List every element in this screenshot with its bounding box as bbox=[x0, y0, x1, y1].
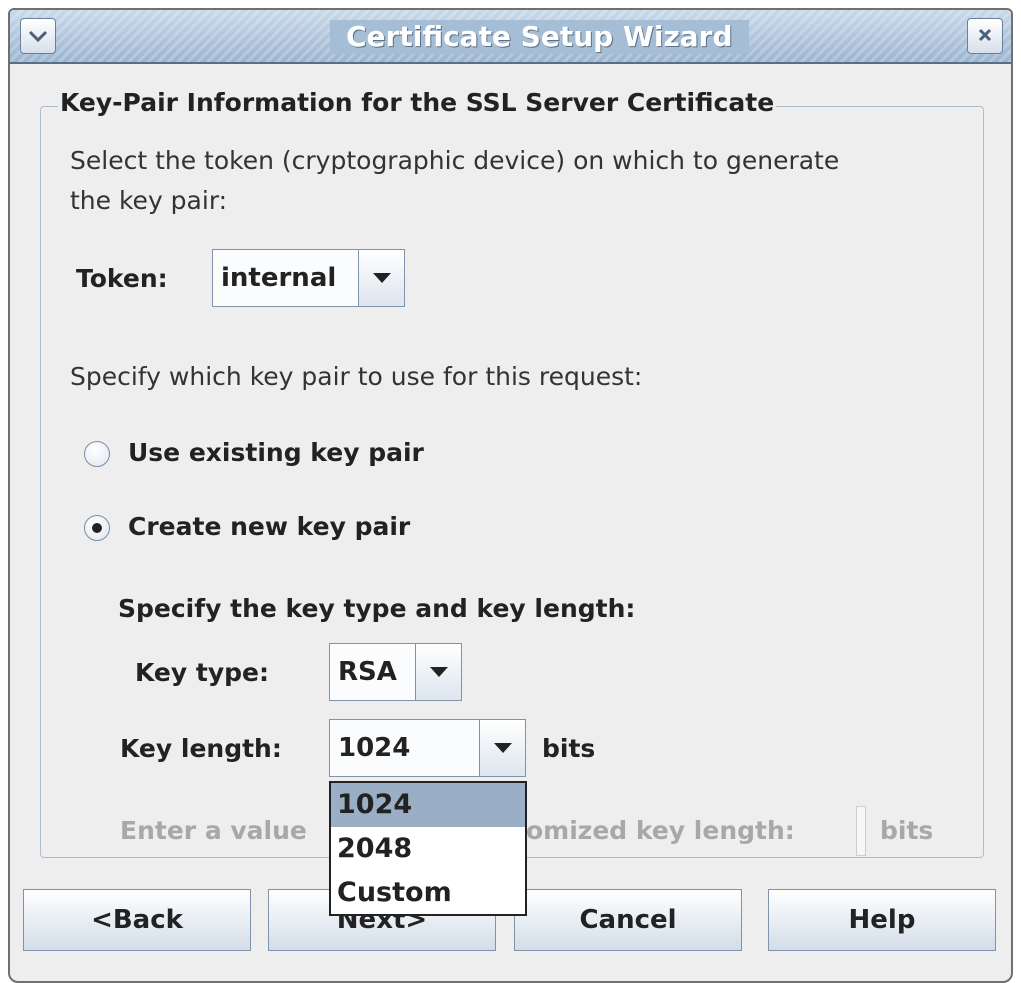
dropdown-option-2048[interactable]: 2048 bbox=[331, 827, 525, 871]
triangle-down-icon bbox=[429, 667, 448, 677]
key-length-dropdown-arrow[interactable] bbox=[479, 720, 525, 776]
key-length-label: Key length: bbox=[120, 734, 282, 763]
cancel-button[interactable]: Cancel bbox=[514, 889, 742, 951]
window-menu-button[interactable] bbox=[20, 18, 56, 54]
token-dropdown-arrow[interactable] bbox=[358, 250, 404, 306]
key-length-value: 1024 bbox=[338, 733, 411, 763]
key-length-dropdown-list[interactable]: 1024 2048 Custom bbox=[329, 781, 527, 916]
key-type-combo[interactable]: RSA bbox=[329, 643, 462, 701]
keypair-instruction: Specify which key pair to use for this r… bbox=[70, 362, 643, 391]
key-length-combo[interactable]: 1024 bbox=[329, 719, 526, 777]
radio-use-existing[interactable] bbox=[84, 441, 110, 467]
title-bar[interactable]: Certificate Setup Wizard bbox=[10, 10, 1011, 64]
token-instruction-line2: the key pair: bbox=[70, 186, 228, 215]
key-type-label: Key type: bbox=[135, 658, 269, 687]
custom-length-prompt-left: Enter a value bbox=[120, 816, 307, 845]
token-combo[interactable]: internal bbox=[212, 249, 405, 307]
group-legend: Key-Pair Information for the SSL Server … bbox=[58, 88, 777, 117]
radio-create-new[interactable] bbox=[84, 515, 110, 541]
help-button[interactable]: Help bbox=[768, 889, 996, 951]
token-instruction-line1: Select the token (cryptographic device) … bbox=[70, 146, 840, 175]
key-type-dropdown-arrow[interactable] bbox=[415, 644, 461, 700]
custom-length-input[interactable] bbox=[856, 806, 866, 856]
radio-create-new-label[interactable]: Create new key pair bbox=[128, 512, 410, 541]
token-label: Token: bbox=[76, 264, 168, 293]
radio-use-existing-label[interactable]: Use existing key pair bbox=[128, 438, 424, 467]
keytype-heading: Specify the key type and key length: bbox=[118, 594, 636, 623]
window-title: Certificate Setup Wizard bbox=[330, 20, 749, 54]
close-button[interactable] bbox=[967, 18, 1003, 54]
dropdown-option-custom[interactable]: Custom bbox=[331, 871, 525, 915]
triangle-down-icon bbox=[372, 273, 391, 283]
token-value: internal bbox=[221, 263, 337, 293]
custom-length-prompt-right: omized key length: bbox=[526, 816, 795, 845]
key-length-unit: bits bbox=[542, 734, 596, 763]
dropdown-option-1024[interactable]: 1024 bbox=[331, 783, 525, 827]
chevron-down-icon bbox=[28, 24, 48, 49]
back-button[interactable]: <Back bbox=[23, 889, 251, 951]
close-icon bbox=[977, 24, 993, 49]
custom-length-unit: bits bbox=[880, 816, 934, 845]
key-type-value: RSA bbox=[338, 657, 397, 687]
triangle-down-icon bbox=[493, 743, 512, 753]
